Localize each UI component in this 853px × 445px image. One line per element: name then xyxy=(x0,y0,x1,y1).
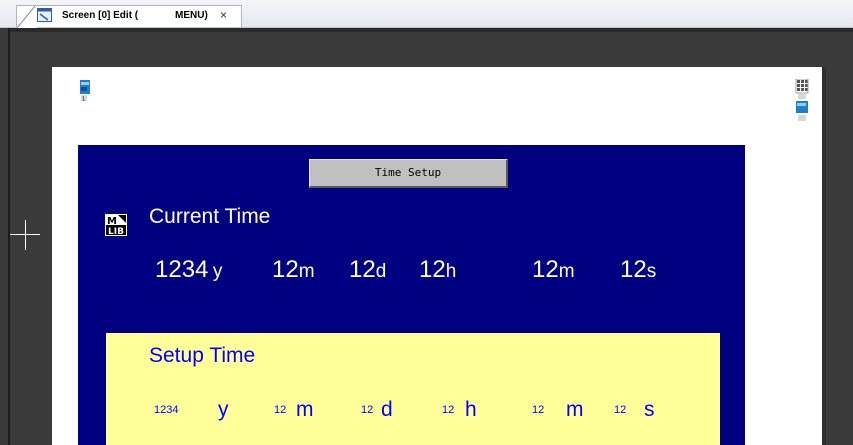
canvas-shadow xyxy=(822,67,826,445)
setup-hour-unit: h xyxy=(465,398,477,421)
current-minute: 12m xyxy=(532,256,575,283)
setup-second-unit: s xyxy=(644,398,655,421)
setup-day-unit: d xyxy=(381,398,393,421)
setup-hour-input[interactable]: 12 xyxy=(442,404,454,416)
tab-screen-edit[interactable]: Screen [0] Edit ( MENU) × xyxy=(16,5,242,28)
current-year: 1234 y xyxy=(155,256,223,283)
object-list-icons[interactable] xyxy=(795,79,809,125)
document-tab-bar: Screen [0] Edit ( MENU) × xyxy=(0,0,853,28)
current-second: 12s xyxy=(620,256,657,283)
tab-slant-edge xyxy=(17,6,37,28)
time-setup-button[interactable]: Time Setup xyxy=(309,159,508,188)
setup-second-input[interactable]: 12 xyxy=(614,404,626,416)
setup-year-input[interactable]: 1234 xyxy=(154,404,178,416)
workspace-left-ruler xyxy=(8,28,10,445)
setup-time-label: Setup Time xyxy=(149,344,256,367)
setup-year-unit: y xyxy=(218,398,229,421)
setup-minute-unit: m xyxy=(566,398,584,421)
close-icon[interactable]: × xyxy=(220,8,227,22)
current-day: 12d xyxy=(349,256,387,283)
crosshair-cursor-icon-vertical xyxy=(25,220,26,250)
current-time-label: Current Time xyxy=(149,205,271,228)
setup-day-input[interactable]: 12 xyxy=(361,404,373,416)
tab-title-screen-name: MENU) xyxy=(175,10,208,21)
current-hour: 12h xyxy=(419,256,457,283)
svg-text:1: 1 xyxy=(82,97,85,103)
workspace-top-shade xyxy=(10,28,853,32)
setup-month-input[interactable]: 12 xyxy=(274,404,286,416)
current-month: 12m xyxy=(272,256,315,283)
screen-object-icon[interactable]: 1 xyxy=(80,80,90,102)
mlib-icon[interactable]: M LIB xyxy=(105,214,127,236)
setup-month-unit: m xyxy=(296,398,314,421)
setup-minute-input[interactable]: 12 xyxy=(532,404,544,416)
svg-text:LIB: LIB xyxy=(108,227,124,236)
screen-edit-icon xyxy=(37,8,52,22)
tab-title: Screen [0] Edit ( xyxy=(62,10,139,21)
